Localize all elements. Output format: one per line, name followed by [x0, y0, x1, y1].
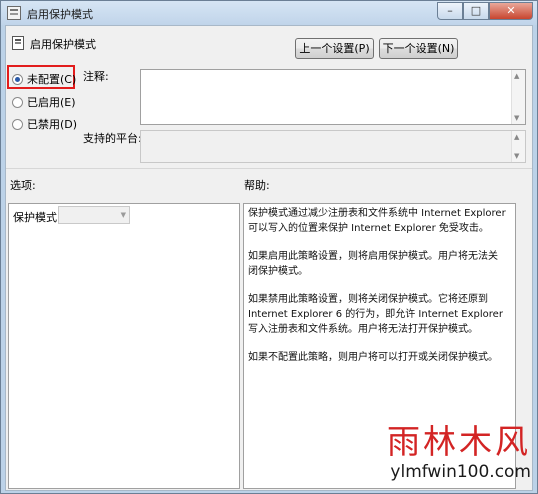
site-watermark: 雨林木风 ylmfwin100.com	[331, 423, 531, 489]
radio-label: 未配置(C)	[27, 73, 77, 86]
platform-scrollbar[interactable]: ▲ ▼	[511, 131, 525, 162]
options-header: 选项:	[10, 179, 36, 192]
scroll-up-icon[interactable]: ▲	[514, 133, 519, 141]
title-bar[interactable]: 启用保护模式 – □ ✕	[1, 1, 537, 25]
comment-label: 注释:	[83, 70, 109, 83]
platform-label: 支持的平台:	[83, 132, 142, 145]
minimize-button[interactable]: –	[437, 2, 463, 20]
radio-not-configured[interactable]: 未配置(C)	[12, 71, 76, 87]
window-title: 启用保护模式	[27, 8, 93, 21]
close-button[interactable]: ✕	[489, 2, 533, 20]
protected-mode-label: 保护模式	[13, 211, 57, 224]
setting-icon	[12, 36, 24, 50]
help-paragraph: 如果不配置此策略，则用户将可以打开或关闭保护模式。	[248, 352, 498, 363]
radio-label: 已启用(E)	[27, 96, 76, 109]
scroll-down-icon[interactable]: ▼	[514, 152, 519, 160]
help-text: 保护模式通过减少注册表和文件系统中 Internet Explorer 可以写入…	[248, 206, 506, 378]
policy-name: 启用保护模式	[30, 38, 96, 51]
radio-circle-icon	[12, 96, 23, 108]
radio-label: 已禁用(D)	[27, 118, 78, 131]
next-setting-button[interactable]: 下一个设置(N)	[379, 38, 458, 59]
protected-mode-dropdown[interactable]: ▼	[58, 206, 130, 224]
scroll-up-icon[interactable]: ▲	[514, 72, 519, 80]
previous-setting-button[interactable]: 上一个设置(P)	[295, 38, 374, 59]
help-paragraph: 如果启用此策略设置，则将启用保护模式。用户将无法关闭保护模式。	[248, 251, 498, 277]
watermark-url: ylmfwin100.com	[390, 462, 531, 482]
radio-dot-icon	[12, 73, 23, 85]
scroll-down-icon[interactable]: ▼	[514, 114, 519, 122]
window-controls: – □ ✕	[437, 2, 533, 21]
radio-circle-icon	[12, 118, 23, 130]
radio-disabled[interactable]: 已禁用(D)	[12, 116, 77, 132]
policy-icon	[7, 6, 21, 20]
chevron-down-icon: ▼	[120, 211, 126, 219]
options-pane: 保护模式 ▼	[8, 203, 240, 489]
comment-scrollbar[interactable]: ▲ ▼	[511, 70, 525, 124]
policy-window: 启用保护模式 – □ ✕ 启用保护模式 上一个设置(P) 下一个设置(N) 未配…	[0, 0, 538, 494]
radio-enabled[interactable]: 已启用(E)	[12, 94, 76, 110]
platform-field: ▲ ▼	[140, 130, 526, 163]
watermark-chinese: 雨林木风	[387, 422, 531, 461]
help-paragraph: 保护模式通过减少注册表和文件系统中 Internet Explorer 可以写入…	[248, 208, 506, 234]
help-paragraph: 如果禁用此策略设置，则将关闭保护模式。它将还原到 Internet Explor…	[248, 294, 503, 335]
comment-textarea[interactable]: ▲ ▼	[140, 69, 526, 125]
maximize-button[interactable]: □	[463, 2, 489, 20]
section-divider	[6, 168, 532, 169]
help-header: 帮助:	[244, 179, 270, 192]
